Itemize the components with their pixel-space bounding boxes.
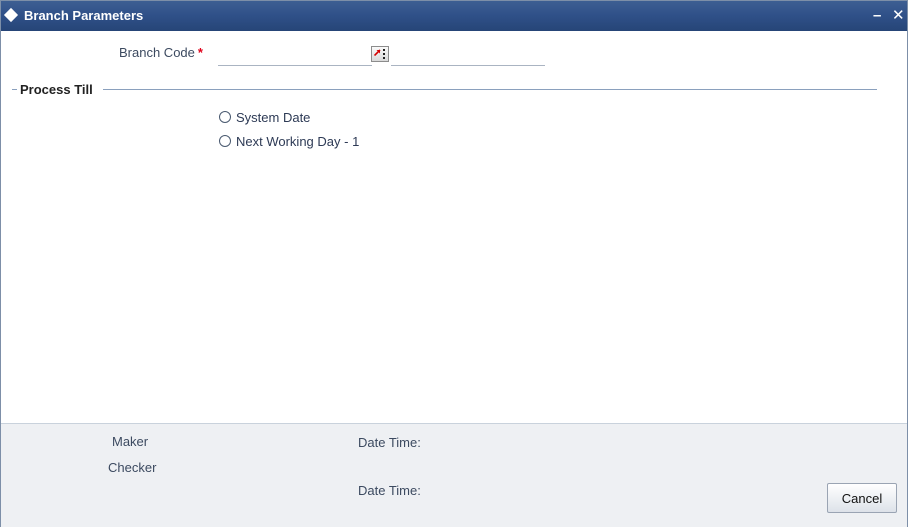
list-of-values-icon: [374, 49, 381, 56]
branch-code-label: Branch Code *: [119, 45, 203, 60]
checker-datetime-label: Date Time:: [358, 483, 421, 498]
section-divider-left: [12, 89, 17, 90]
cancel-button[interactable]: Cancel: [827, 483, 897, 513]
maker-label: Maker: [112, 434, 149, 449]
branch-code-label-text: Branch Code: [119, 45, 195, 60]
diamond-icon: [3, 7, 19, 23]
branch-parameters-window: Branch Parameters – ✕ Branch Code * Proce…: [0, 0, 908, 527]
branch-code-underline: [391, 65, 545, 66]
required-marker: *: [197, 45, 203, 60]
maker-datetime-label: Date Time:: [358, 435, 421, 450]
close-button[interactable]: ✕: [892, 6, 905, 24]
lov-dots-icon: [383, 49, 385, 59]
window-title: Branch Parameters: [24, 8, 144, 23]
system-date-label: System Date: [236, 110, 311, 125]
process-till-label: Process Till: [20, 82, 93, 97]
branch-code-lov-button[interactable]: [371, 46, 389, 62]
title-bar[interactable]: Branch Parameters – ✕: [1, 1, 907, 31]
section-divider: [103, 89, 877, 90]
next-working-day-label: Next Working Day - 1: [236, 134, 360, 149]
next-working-day-radio[interactable]: [219, 135, 231, 147]
system-date-radio[interactable]: [219, 111, 231, 123]
checker-label: Checker: [108, 460, 157, 475]
minimize-button[interactable]: –: [873, 7, 881, 24]
branch-code-input[interactable]: [218, 46, 372, 66]
